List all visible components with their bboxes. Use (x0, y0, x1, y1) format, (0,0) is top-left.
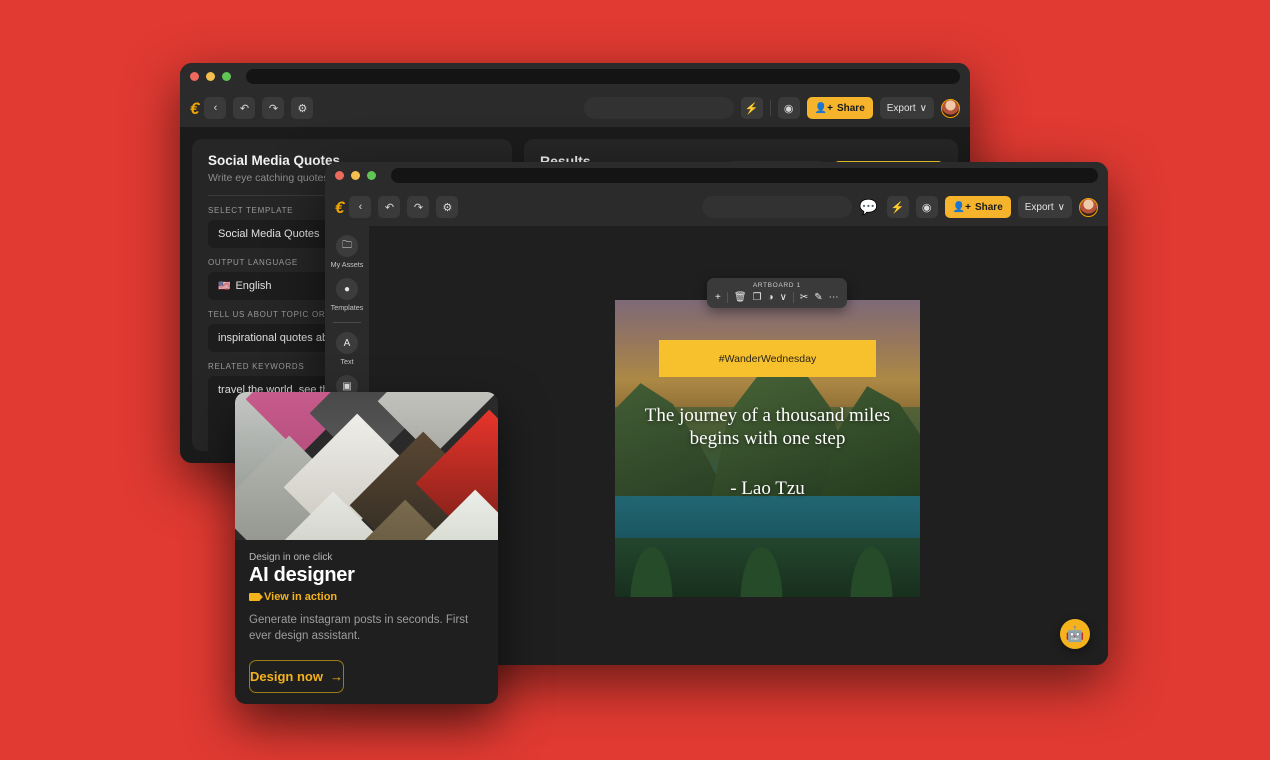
hashtag-banner[interactable]: #WanderWednesday (659, 340, 876, 378)
preview-eye-button[interactable]: ◉ (777, 97, 800, 119)
us-flag-icon: 🇺🇸 (218, 280, 231, 292)
back-button[interactable]: ‹ (349, 196, 372, 218)
search-input[interactable] (583, 97, 734, 119)
sidebar-item-label: Text (340, 357, 354, 366)
artboard-tool-list: + 🗑 ❐ ◑ ∨ ✂ ✎ ⋯ (715, 292, 839, 303)
share-button[interactable]: 👤+ Share (806, 97, 873, 119)
ai-assistant-robot-button[interactable]: 🤖 (1060, 619, 1090, 649)
artboard-title: ARTBOARD 1 (752, 282, 801, 289)
ai-designer-title: AI designer (249, 564, 355, 586)
share-person-icon: 👤+ (814, 102, 833, 114)
magic-wand-icon[interactable]: ✂ (800, 292, 808, 303)
share-button[interactable]: 👤+ Share (944, 196, 1011, 218)
preview-eye-button[interactable]: ◉ (915, 196, 938, 218)
settings-gear-button[interactable]: ⚙ (291, 97, 314, 119)
duplicate-icon[interactable]: ❐ (753, 292, 762, 303)
view-in-action-label: View in action (264, 591, 338, 603)
undo-button[interactable]: ↶ (233, 97, 256, 119)
sidebar-item-templates[interactable]: ● Templates (330, 278, 364, 312)
export-button-label: Export (886, 102, 916, 114)
screenshot-canvas: € ‹ ↶ ↷ ⚙ ⚡ ◉ 👤+ Share Export ∨ Social M… (0, 0, 1270, 760)
video-camera-icon (249, 593, 263, 601)
back-window-appbar: € ‹ ↶ ↷ ⚙ ⚡ ◉ 👤+ Share Export ∨ (180, 89, 970, 127)
back-button[interactable]: ‹ (204, 97, 227, 119)
redo-button[interactable]: ↷ (407, 196, 430, 218)
sidebar-item-my-assets[interactable]: 🗀 My Assets (330, 235, 364, 269)
user-avatar[interactable] (941, 98, 960, 118)
bolt-icon-button[interactable]: ⚡ (740, 97, 763, 119)
more-options-icon[interactable]: ⋯ (829, 292, 839, 303)
front-window-appbar: € ‹ ↶ ↷ ⚙ 💬 ⚡ ◉ 👤+ Share Export ∨ (325, 188, 1108, 226)
view-in-action-link[interactable]: View in action (249, 591, 484, 603)
address-bar[interactable] (391, 167, 1098, 183)
user-avatar[interactable] (1079, 197, 1098, 217)
ai-designer-card: Design in one click AI designer View in … (235, 392, 498, 704)
chevron-down-icon[interactable]: ∨ (780, 292, 787, 303)
address-bar[interactable] (246, 68, 960, 84)
app-logo-icon[interactable]: € (335, 199, 345, 216)
toolbar-divider (769, 100, 771, 116)
maximize-traffic-light[interactable] (367, 170, 376, 180)
ai-designer-collage (235, 392, 498, 540)
arrow-right-icon: → (329, 669, 343, 685)
tool-divider (792, 292, 794, 303)
close-traffic-light[interactable] (335, 170, 344, 180)
close-traffic-light[interactable] (190, 71, 199, 81)
ai-designer-description: Generate instagram posts in seconds. Fir… (249, 614, 469, 642)
export-button[interactable]: Export ∨ (1017, 196, 1072, 218)
settings-gear-button[interactable]: ⚙ (436, 196, 459, 218)
front-window-titlebar (325, 162, 1108, 188)
select-template-value: Social Media Quotes (218, 228, 320, 240)
eyedropper-icon[interactable]: ✎ (814, 292, 822, 303)
add-artboard-icon[interactable]: + (715, 292, 721, 303)
export-button-label: Export (1024, 201, 1054, 213)
delete-trash-icon[interactable]: 🗑 (734, 292, 747, 303)
sidebar-item-label: My Assets (330, 260, 364, 269)
fill-bucket-icon[interactable]: ◑ (768, 292, 774, 303)
share-button-label: Share (836, 102, 865, 114)
artboard-toolbar: ARTBOARD 1 + 🗑 ❐ ◑ ∨ ✂ ✎ ⋯ (707, 278, 847, 308)
quote-author[interactable]: - Lao Tzu (642, 478, 892, 500)
rail-divider (333, 322, 361, 323)
ai-designer-kicker: Design in one click (249, 552, 333, 563)
artboard-canvas[interactable]: #WanderWednesday The journey of a thousa… (615, 300, 920, 597)
share-person-icon: 👤+ (952, 201, 971, 213)
export-button[interactable]: Export ∨ (879, 97, 934, 119)
minimize-traffic-light[interactable] (206, 71, 215, 81)
quote-text[interactable]: The journey of a thousand miles begins w… (642, 404, 892, 450)
output-language-value: English (235, 280, 272, 292)
app-logo-icon[interactable]: € (190, 100, 200, 117)
chevron-down-icon: ∨ (1057, 201, 1065, 213)
sidebar-item-text[interactable]: A Text (336, 332, 358, 366)
sidebar-item-label: Templates (330, 303, 364, 312)
design-now-button[interactable]: Design now → (249, 660, 344, 694)
text-a-icon: A (336, 332, 358, 354)
search-input[interactable] (701, 196, 852, 218)
redo-button[interactable]: ↷ (262, 97, 285, 119)
minimize-traffic-light[interactable] (351, 170, 360, 180)
folder-icon: 🗀 (335, 235, 358, 257)
tool-divider (726, 292, 728, 303)
maximize-traffic-light[interactable] (222, 71, 231, 81)
comment-bubble-icon[interactable]: 💬 (859, 200, 878, 215)
ai-designer-body: Design in one click AI designer View in … (235, 540, 498, 644)
share-button-label: Share (974, 201, 1003, 213)
bolt-icon-button[interactable]: ⚡ (886, 196, 909, 218)
design-now-label: Design now (250, 669, 323, 685)
undo-button[interactable]: ↶ (378, 196, 401, 218)
template-drop-icon: ● (335, 278, 358, 300)
chevron-down-icon: ∨ (919, 102, 927, 114)
back-window-titlebar (180, 63, 970, 89)
